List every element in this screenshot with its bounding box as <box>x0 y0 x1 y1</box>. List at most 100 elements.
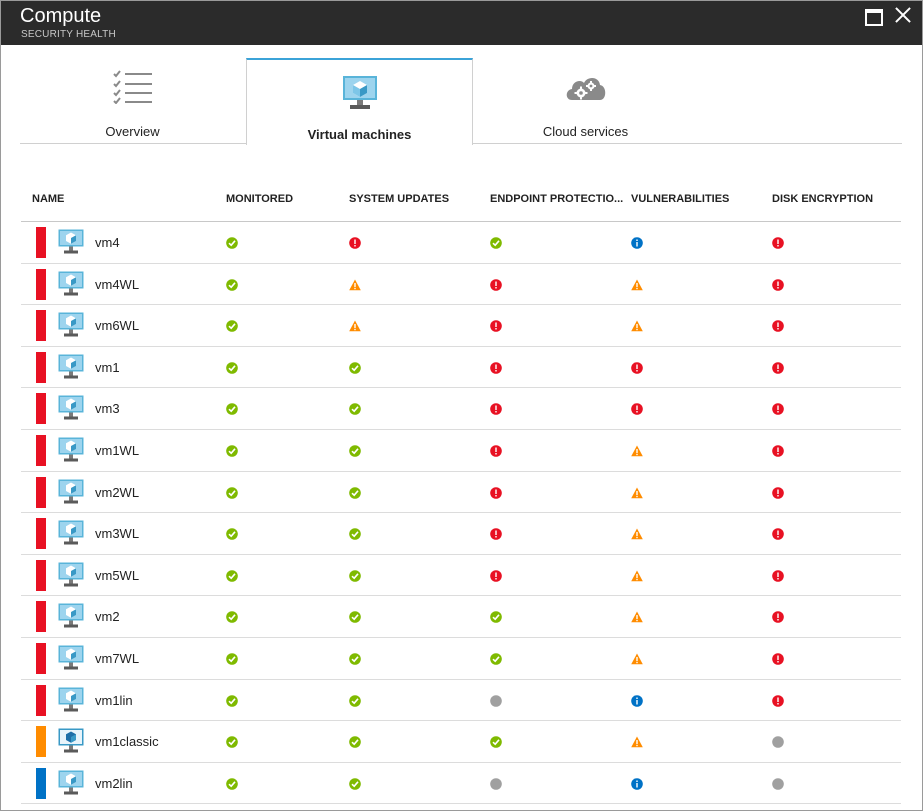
error-icon <box>772 319 784 332</box>
tab-virtual-machines[interactable]: Virtual machines <box>246 58 473 145</box>
check-circle-icon <box>226 444 238 457</box>
error-icon <box>772 486 784 499</box>
error-icon <box>772 694 784 707</box>
vm-row[interactable]: vm1 <box>21 347 901 389</box>
warning-icon <box>631 278 643 290</box>
vm-name: vm5WL <box>95 567 140 583</box>
vm-name: vm2lin <box>95 775 133 791</box>
info-icon <box>631 694 643 707</box>
warning-icon <box>631 444 643 457</box>
vm-row[interactable]: vm7WL <box>21 638 901 680</box>
column-header-vulnerabilities[interactable]: VULNERABILITIES <box>631 193 729 205</box>
severity-indicator <box>36 518 46 550</box>
severity-indicator <box>36 767 46 799</box>
tab-cloud-services[interactable]: Cloud services <box>473 58 698 144</box>
vm-name: vm3WL <box>95 526 140 542</box>
severity-indicator <box>36 351 46 383</box>
checklist-icon <box>112 70 153 109</box>
check-circle-icon <box>226 777 238 790</box>
check-circle-icon <box>490 610 502 624</box>
check-circle-icon <box>226 361 238 374</box>
blade-title: Compute <box>20 5 102 27</box>
severity-indicator <box>36 476 46 508</box>
vm-row[interactable]: vm4 <box>21 222 901 264</box>
info-icon <box>631 236 643 249</box>
error-icon <box>772 569 784 582</box>
error-icon <box>490 319 502 332</box>
error-icon <box>631 402 643 416</box>
error-icon <box>490 278 502 291</box>
security-health-blade: Compute SECURITY HEALTH Overview Virtual… <box>0 0 923 811</box>
vm-row[interactable]: vm1WL <box>21 430 901 472</box>
vm-row[interactable]: vm3WL <box>21 513 901 555</box>
blade-subtitle: SECURITY HEALTH <box>21 29 116 40</box>
warning-icon <box>631 486 643 498</box>
column-header-system-updates[interactable]: SYSTEM UPDATES <box>349 193 449 205</box>
warning-icon <box>631 319 643 332</box>
check-circle-icon <box>226 319 238 332</box>
virtual-machine-icon <box>58 312 84 343</box>
vm-row[interactable]: vm6WL <box>21 305 901 347</box>
tab-overview[interactable]: Overview <box>20 58 245 144</box>
vm-row[interactable]: vm1lin <box>21 680 901 722</box>
warning-icon <box>349 278 361 290</box>
virtual-machine-icon <box>58 395 84 426</box>
virtual-machine-icon <box>58 479 84 510</box>
column-header-monitored[interactable]: MONITORED <box>226 193 293 205</box>
check-circle-icon <box>349 569 361 582</box>
check-circle-icon <box>226 735 238 748</box>
virtual-machine-icon <box>58 645 84 676</box>
warning-icon <box>631 610 643 623</box>
check-circle-icon <box>349 527 361 540</box>
check-circle-icon <box>226 652 238 665</box>
warning-icon <box>631 735 643 748</box>
error-icon <box>772 361 784 374</box>
severity-indicator <box>36 559 46 591</box>
check-circle-icon <box>226 278 238 291</box>
check-circle-icon <box>226 402 238 416</box>
tab-overview-label: Overview <box>105 124 160 139</box>
error-icon <box>772 278 784 291</box>
column-header-disk-encryption[interactable]: DISK ENCRYPTION <box>772 193 873 205</box>
check-circle-icon <box>349 402 361 416</box>
vm-row[interactable]: vm1classic <box>21 721 901 763</box>
classic-vm-icon <box>58 728 84 759</box>
vm-name: vm1 <box>95 359 120 375</box>
vm-row[interactable]: vm2 <box>21 596 901 638</box>
vm-row[interactable]: vm2lin <box>21 763 901 805</box>
virtual-machine-icon <box>58 687 84 718</box>
tab-virtual-machines-label: Virtual machines <box>307 127 412 142</box>
error-icon <box>490 444 502 457</box>
warning-icon <box>631 527 643 540</box>
virtual-machine-icon <box>58 271 84 302</box>
vm-row[interactable]: vm4WL <box>21 264 901 306</box>
column-header-name[interactable]: NAME <box>32 193 64 205</box>
check-circle-icon <box>490 236 502 249</box>
vm-row[interactable]: vm3 <box>21 388 901 430</box>
virtual-machine-icon <box>58 520 84 551</box>
unknown-status-icon <box>772 735 784 748</box>
check-circle-icon <box>349 361 361 374</box>
virtual-machine-icon <box>58 229 84 260</box>
vm-name: vm2 <box>95 609 120 625</box>
vm-name: vm7WL <box>95 650 140 666</box>
severity-indicator <box>36 268 46 300</box>
error-icon <box>490 402 502 416</box>
unknown-status-icon <box>490 694 502 707</box>
check-circle-icon <box>349 444 361 457</box>
severity-indicator <box>36 726 46 758</box>
cloud-gears-icon <box>564 70 608 109</box>
grid-body: vm4 vm4WL vm6WL vm1 vm3 vm1WL vm2WL vm3WL vm5WL v… <box>21 222 901 805</box>
check-circle-icon <box>226 236 238 249</box>
column-header-endpoint-protection[interactable]: ENDPOINT PROTECTIO... <box>490 193 623 205</box>
close-icon[interactable] <box>892 4 914 26</box>
warning-icon <box>349 319 361 332</box>
severity-indicator <box>36 434 46 466</box>
check-circle-icon <box>349 735 361 748</box>
vm-name: vm2WL <box>95 484 140 500</box>
vm-row[interactable]: vm2WL <box>21 472 901 514</box>
check-circle-icon <box>490 652 502 665</box>
vm-row[interactable]: vm5WL <box>21 555 901 597</box>
vm-grid: NAME MONITORED SYSTEM UPDATES ENDPOINT P… <box>21 181 901 805</box>
maximize-icon[interactable] <box>865 9 883 26</box>
